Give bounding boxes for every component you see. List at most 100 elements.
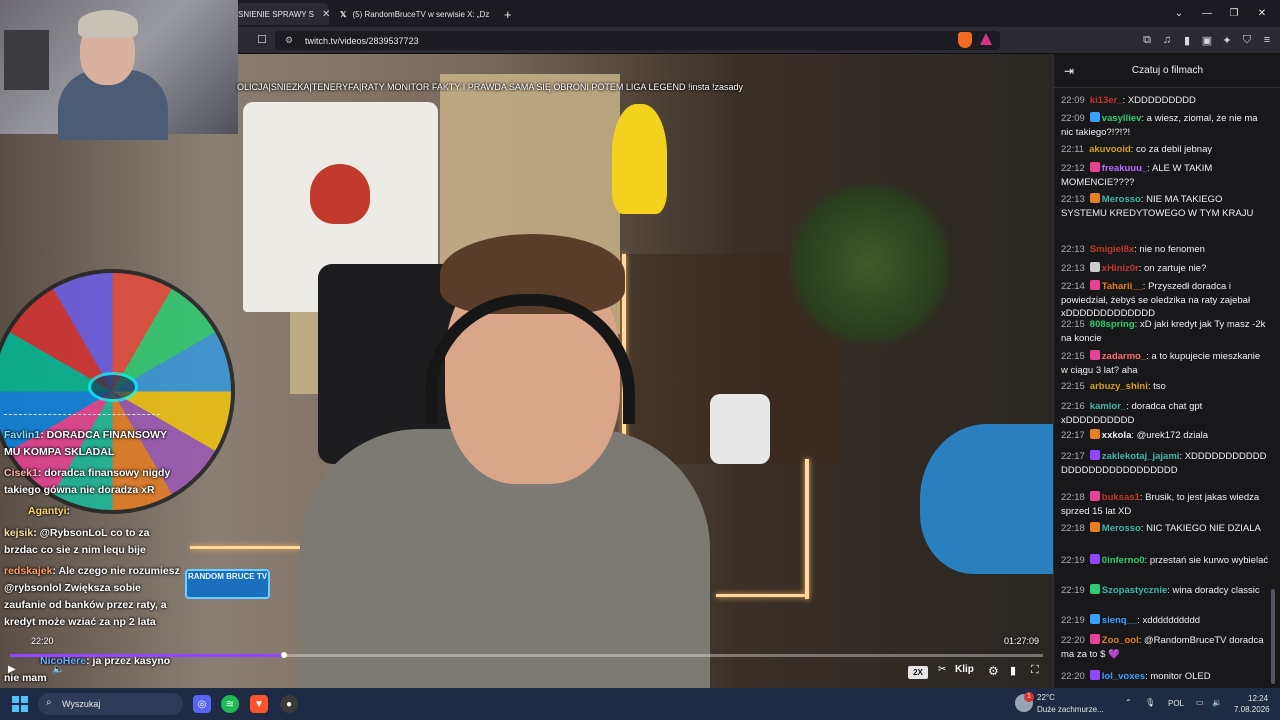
chat-username[interactable]: freakuuu_ [1102, 163, 1147, 174]
chat-badge-icon[interactable] [1089, 491, 1100, 501]
chat-badge-icon[interactable] [1089, 522, 1100, 532]
seek-bar[interactable] [10, 652, 1043, 658]
chat-panel: Czatuj o filmach ⇥ 22:09 ki13er_: XDDDDDD… [1053, 54, 1280, 688]
chat-text: : co za debil jebnay [1130, 144, 1213, 155]
close-icon[interactable]: ✕ [322, 9, 329, 20]
chat-timestamp: 22:09 [1061, 113, 1085, 124]
chat-username[interactable]: xHinlz0r [1102, 263, 1139, 274]
new-tab-button[interactable]: + [498, 3, 514, 25]
theatre-mode-icon[interactable]: ▮ [1010, 664, 1016, 677]
fullscreen-icon[interactable]: ⛶ [1031, 664, 1039, 677]
brave-rewards-icon[interactable] [980, 33, 992, 45]
chat-badge-icon[interactable] [1089, 670, 1100, 680]
chat-message: 22:11 akuvooid: co za debil jebnay [1061, 143, 1269, 157]
chat-username[interactable]: zaklekotaj_jajami [1102, 451, 1180, 462]
address-bar[interactable]: ⚙ twitch.tv/videos/2839537723 [275, 31, 1000, 50]
seek-handle[interactable] [280, 652, 287, 658]
clock-date[interactable]: 7.08.2026 [1234, 705, 1270, 714]
chat-username[interactable]: Merosso [1102, 523, 1141, 534]
chat-badge-icon[interactable] [1089, 112, 1100, 122]
chat-message: 22:19 0inferno0: przestań sie kurwo wybie… [1061, 554, 1269, 568]
maximize-button[interactable]: ❐ [1221, 4, 1247, 22]
chat-username[interactable]: buksas1 [1102, 492, 1140, 503]
media-icon[interactable]: ♫ [1160, 32, 1174, 48]
wallet-icon[interactable]: ▣ [1200, 32, 1214, 48]
chat-timestamp: 22:15 [1061, 319, 1085, 330]
chat-username[interactable]: akuvooid [1089, 144, 1131, 155]
chat-username[interactable]: Zoo_ool [1102, 635, 1139, 646]
chat-timestamp: 22:18 [1061, 523, 1085, 534]
tray-chevron-icon[interactable]: ⌃ [1125, 698, 1132, 707]
chat-scrollbar[interactable] [1271, 589, 1275, 684]
settings-icon[interactable]: ⚙ [988, 664, 999, 678]
chat-username[interactable]: sienq__ [1102, 615, 1137, 626]
chat-badge-icon[interactable] [1089, 162, 1100, 172]
chat-username[interactable]: arbuzy_shini [1090, 381, 1148, 392]
notification-badge: 1 [1024, 692, 1034, 702]
chat-badge-icon[interactable] [1089, 193, 1100, 203]
leo-ai-icon[interactable]: ✦ [1220, 32, 1234, 48]
chat-username[interactable]: ki13er_ [1090, 95, 1123, 106]
minimize-button[interactable]: — [1194, 4, 1220, 22]
discord-icon[interactable]: ◎ [193, 695, 211, 713]
overlay-chat-line: kejsik: @RybsonLoL co to za brzdac co si… [4, 527, 150, 556]
chat-username[interactable]: Merosso [1102, 194, 1141, 205]
chat-username[interactable]: lol_voxes [1102, 671, 1145, 682]
chat-timestamp: 22:13 [1061, 194, 1085, 205]
chat-message: 22:15 zadarmo_: a to kupujecie mieszkanie… [1061, 350, 1269, 377]
chat-badge-icon[interactable] [1089, 262, 1100, 272]
tab-x[interactable]: 𝕏 (5) RandomBruceTV w serwisie X: „Dz ✕ [334, 3, 494, 25]
chat-text: : xdddddddddd [1137, 615, 1201, 626]
clock-time[interactable]: 12:24 [1248, 694, 1268, 703]
collapse-chat-icon[interactable]: ⇥ [1064, 64, 1074, 78]
chat-text: : tso [1147, 381, 1166, 392]
chat-badge-icon[interactable] [1089, 634, 1100, 644]
tab-active[interactable]: SNIENIE SPRAWY S ✕ [232, 3, 329, 25]
taskbar-search[interactable]: ⌕ Wyszukaj [38, 693, 183, 715]
brave-shield-icon[interactable] [958, 32, 972, 48]
windows-start-icon[interactable] [12, 696, 28, 712]
play-icon[interactable]: ▶ [8, 664, 16, 675]
menu-icon[interactable]: ≡ [1260, 32, 1274, 48]
speaker-icon[interactable]: 🔉 [1212, 698, 1222, 707]
chat-badge-icon[interactable] [1089, 614, 1100, 624]
chat-username[interactable]: 0inferno0 [1102, 555, 1145, 566]
chat-username[interactable]: Smigiel8x [1090, 244, 1134, 255]
plant [790, 174, 950, 354]
chat-message: 22:20 Zoo_ool: @RandomBruceTV doradca ma … [1061, 634, 1269, 661]
clip-button[interactable]: Klip [955, 664, 974, 675]
chat-username[interactable]: zadarmo_ [1102, 351, 1146, 362]
bookmark-icon[interactable]: ☐ [257, 33, 267, 46]
chat-message: 22:19 Szopastycznie: wina doradcy classic [1061, 584, 1269, 598]
chat-badge-icon[interactable] [1089, 450, 1100, 460]
vpn-icon[interactable]: ⛉ [1240, 32, 1254, 48]
led-strip [716, 594, 806, 597]
clip-icon[interactable]: ✂ [938, 664, 946, 675]
site-info-icon[interactable]: ⚙ [285, 35, 293, 46]
chat-badge-icon[interactable] [1089, 280, 1100, 290]
chat-badge-icon[interactable] [1089, 554, 1100, 564]
chat-badge-icon[interactable] [1089, 584, 1100, 594]
playback-speed-button[interactable]: 2X [908, 666, 928, 679]
chat-username[interactable]: vasylliev [1102, 113, 1142, 124]
chat-badge-icon[interactable] [1089, 429, 1100, 439]
language-indicator[interactable]: POL [1168, 699, 1184, 708]
volume-icon[interactable]: 🔈 [52, 664, 64, 675]
tab-list-icon[interactable]: ⌄ [1166, 4, 1192, 22]
chat-username[interactable]: xxkola [1102, 430, 1132, 441]
extensions-icon[interactable]: ⧉ [1140, 32, 1154, 48]
obs-icon[interactable]: ● [280, 695, 298, 713]
chat-username[interactable]: kamlor_ [1090, 401, 1126, 412]
brave-icon[interactable]: ▼ [250, 695, 268, 713]
chat-username[interactable]: Szopastycznie [1102, 585, 1167, 596]
chat-message: 22:17 zaklekotaj_jajami: XDDDDDDDDDDD DDD… [1061, 450, 1269, 477]
spotify-icon[interactable]: ≋ [221, 695, 239, 713]
chat-badge-icon[interactable] [1089, 350, 1100, 360]
microphone-icon[interactable]: 🎙 [1145, 698, 1155, 707]
chat-username[interactable]: Taharii__ [1102, 281, 1143, 292]
sidebar-icon[interactable]: ▮ [1180, 32, 1194, 48]
close-window-button[interactable]: ✕ [1249, 4, 1275, 22]
network-icon[interactable]: ▭ [1196, 698, 1204, 707]
chat-timestamp: 22:19 [1061, 585, 1085, 596]
chat-username[interactable]: 808spring [1090, 319, 1135, 330]
